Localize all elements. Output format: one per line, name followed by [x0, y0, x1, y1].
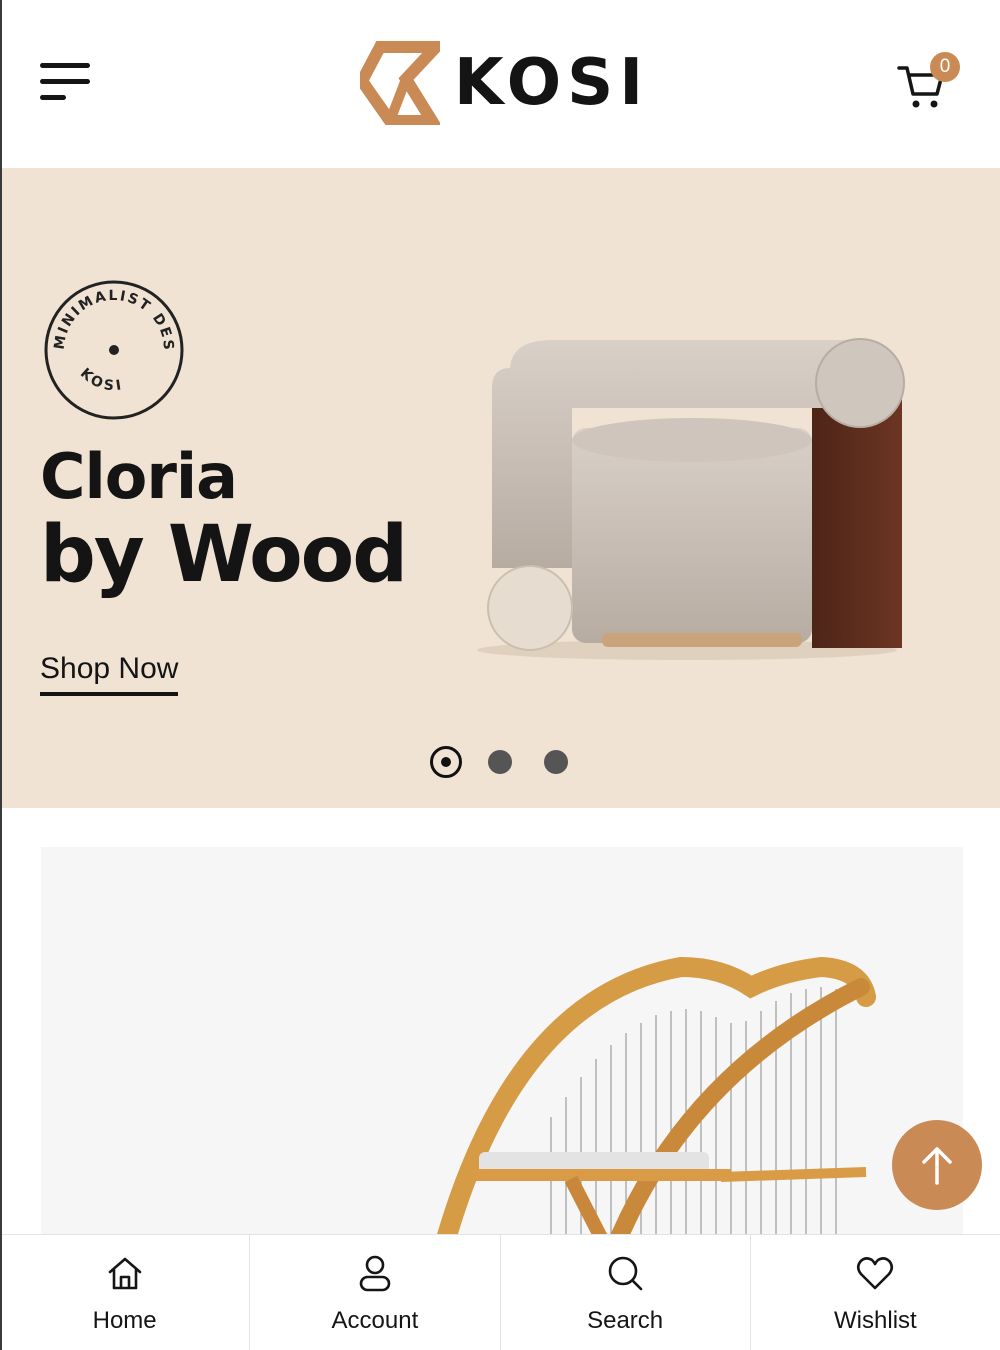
- nav-home-label: Home: [92, 1307, 157, 1334]
- nav-home[interactable]: Home: [0, 1235, 251, 1350]
- carousel-dot-3[interactable]: [544, 750, 568, 774]
- bottom-navigation: Home Account Search Wishlist: [0, 1234, 1000, 1350]
- nav-account[interactable]: Account: [250, 1235, 501, 1350]
- nav-wishlist[interactable]: Wishlist: [751, 1235, 1000, 1350]
- harp-chair-product-image: [433, 957, 876, 1247]
- arrow-up-icon: [922, 1147, 952, 1185]
- nav-wishlist-label: Wishlist: [834, 1307, 917, 1334]
- armchair-product-image: [477, 338, 905, 660]
- page-edge: [0, 0, 2, 1350]
- nav-search-label: Search: [587, 1307, 664, 1334]
- brand-name: KOSI: [454, 46, 650, 120]
- logo-mark-icon: [360, 41, 440, 125]
- brand-logo[interactable]: KOSI: [360, 40, 660, 126]
- svg-text:MINIMALIST DESIGN: MINIMALIST DESIGN: [40, 276, 176, 352]
- hamburger-menu-icon[interactable]: [38, 60, 94, 106]
- hero-title-line-1: Cloria: [40, 440, 238, 513]
- heart-icon: [857, 1257, 894, 1290]
- hero-title: Cloria by Wood: [40, 440, 408, 600]
- cart-count-badge: 0: [930, 52, 960, 82]
- site-header: KOSI 0: [0, 0, 1000, 168]
- cart-button[interactable]: 0: [896, 52, 966, 112]
- shop-now-link[interactable]: Shop Now: [40, 652, 179, 696]
- user-icon: [359, 1255, 391, 1292]
- search-icon: [608, 1256, 643, 1291]
- svg-text:KOSI: KOSI: [77, 365, 125, 394]
- carousel-dot-1[interactable]: [430, 746, 462, 778]
- scroll-to-top-button[interactable]: [892, 1120, 982, 1210]
- nav-account-label: Account: [331, 1307, 419, 1334]
- carousel-dot-2[interactable]: [488, 750, 512, 774]
- nav-search[interactable]: Search: [501, 1235, 751, 1350]
- hero-title-line-2: by Wood: [40, 510, 408, 600]
- hero-banner: MINIMALIST DESIGN KOSI Cloria by Wood Sh…: [2, 168, 1000, 808]
- carousel-dots: [430, 746, 600, 778]
- home-icon: [108, 1257, 141, 1290]
- minimalist-design-stamp: MINIMALIST DESIGN KOSI: [40, 276, 184, 420]
- product-card[interactable]: [41, 847, 963, 1247]
